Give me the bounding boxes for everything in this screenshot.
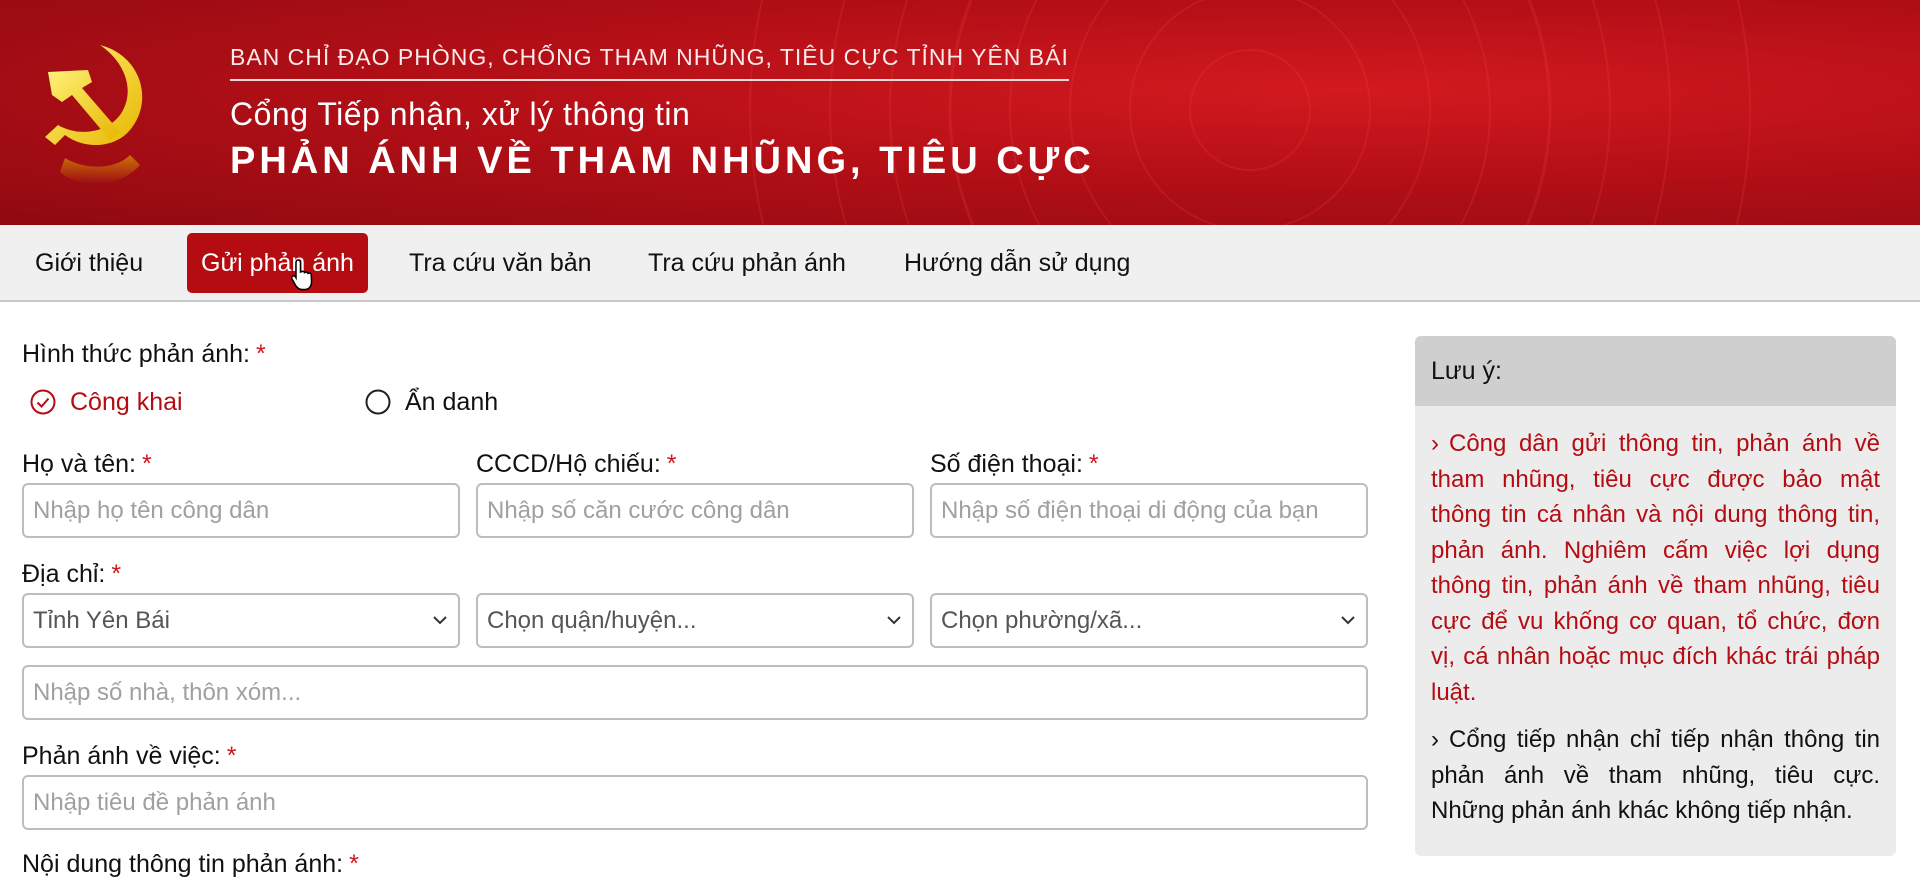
note-item: › Cổng tiếp nhận chỉ tiếp nhận thông tin … [1415, 722, 1896, 829]
hammer-sickle-icon [45, 45, 143, 185]
header-title: Cổng Tiếp nhận, xử lý thông tin [230, 96, 691, 132]
header-supertitle: BAN CHỈ ĐẠO PHÒNG, CHỐNG THAM NHŨNG, TIÊ… [230, 44, 1069, 81]
radio-cong-khai[interactable]: Công khai [30, 387, 183, 417]
note-item: › Công dân gửi thông tin, phản ánh về tha… [1415, 426, 1896, 710]
required-mark: * [111, 560, 122, 588]
chevron-down-icon [887, 616, 901, 625]
check-circle-icon [30, 389, 56, 415]
address-label: Địa chỉ: * [22, 560, 121, 589]
nav-item-tra-cuu-van-ban[interactable]: Tra cứu văn bản [395, 233, 606, 293]
radio-an-danh[interactable]: Ẩn danh [365, 387, 498, 417]
phone-label: Số điện thoại: * [930, 450, 1099, 479]
type-label: Hình thức phản ánh: * [22, 340, 266, 369]
name-label: Họ và tên: * [22, 450, 152, 479]
note-panel: Lưu ý: › Công dân gửi thông tin, phản ánh… [1415, 336, 1896, 856]
header-main-title: PHẢN ÁNH VỀ THAM NHŨNG, TIÊU CỰC [230, 140, 1095, 182]
ward-select[interactable]: Chọn phường/xã... [930, 593, 1368, 648]
address-label-text: Địa chỉ: [22, 560, 106, 588]
subject-input[interactable] [22, 775, 1368, 830]
note-item-text: Công dân gửi thông tin, phản ánh về tham… [1431, 430, 1880, 706]
subject-label: Phản ánh về việc: * [22, 742, 236, 771]
district-select-value: Chọn quận/huyện... [487, 607, 697, 634]
nav-item-gui-phan-anh[interactable]: Gửi phản ánh [187, 233, 368, 293]
site-header: BAN CHỈ ĐẠO PHÒNG, CHỐNG THAM NHŨNG, TIÊ… [0, 0, 1920, 225]
chevron-down-icon [433, 616, 447, 625]
phone-input[interactable] [930, 483, 1368, 538]
required-mark: * [666, 450, 677, 478]
province-select[interactable]: Tỉnh Yên Bái [22, 593, 460, 648]
phone-label-text: Số điện thoại: [930, 450, 1083, 478]
nav-item-tra-cuu-phan-anh[interactable]: Tra cứu phản ánh [634, 233, 860, 293]
chevron-right-icon: › [1431, 726, 1439, 753]
required-mark: * [256, 340, 266, 368]
type-label-text: Hình thức phản ánh: [22, 340, 251, 368]
radio-an-danh-label: Ẩn danh [405, 387, 499, 416]
id-number-input[interactable] [476, 483, 914, 538]
required-mark: * [141, 450, 152, 478]
street-address-input[interactable] [22, 665, 1368, 720]
district-select[interactable]: Chọn quận/huyện... [476, 593, 914, 648]
radio-circle-icon [365, 389, 391, 415]
note-title: Lưu ý: [1415, 336, 1896, 406]
province-select-value: Tỉnh Yên Bái [33, 607, 170, 634]
note-item-text: Cổng tiếp nhận chỉ tiếp nhận thông tin p… [1431, 726, 1880, 824]
required-mark: * [1088, 450, 1099, 478]
main-nav: Giới thiệu Gửi phản ánh Tra cứu văn bản … [0, 225, 1920, 302]
name-input[interactable] [22, 483, 460, 538]
radio-cong-khai-label: Công khai [70, 387, 183, 416]
nav-item-huong-dan-su-dung[interactable]: Hướng dẫn sử dụng [890, 233, 1144, 293]
chevron-right-icon: › [1431, 430, 1439, 457]
id-label-text: CCCD/Hộ chiếu: [476, 450, 661, 478]
required-mark: * [226, 742, 237, 770]
id-label: CCCD/Hộ chiếu: * [476, 450, 677, 479]
hand-cursor-icon [290, 259, 313, 291]
nav-item-gioi-thieu[interactable]: Giới thiệu [21, 233, 157, 293]
required-mark: * [349, 850, 359, 878]
chevron-down-icon [1341, 616, 1355, 625]
content-label: Nội dung thông tin phản ánh: * [22, 850, 359, 879]
ward-select-value: Chọn phường/xã... [941, 607, 1143, 634]
content-label-text: Nội dung thông tin phản ánh: [22, 850, 344, 878]
name-label-text: Họ và tên: [22, 450, 136, 478]
subject-label-text: Phản ánh về việc: [22, 742, 221, 770]
